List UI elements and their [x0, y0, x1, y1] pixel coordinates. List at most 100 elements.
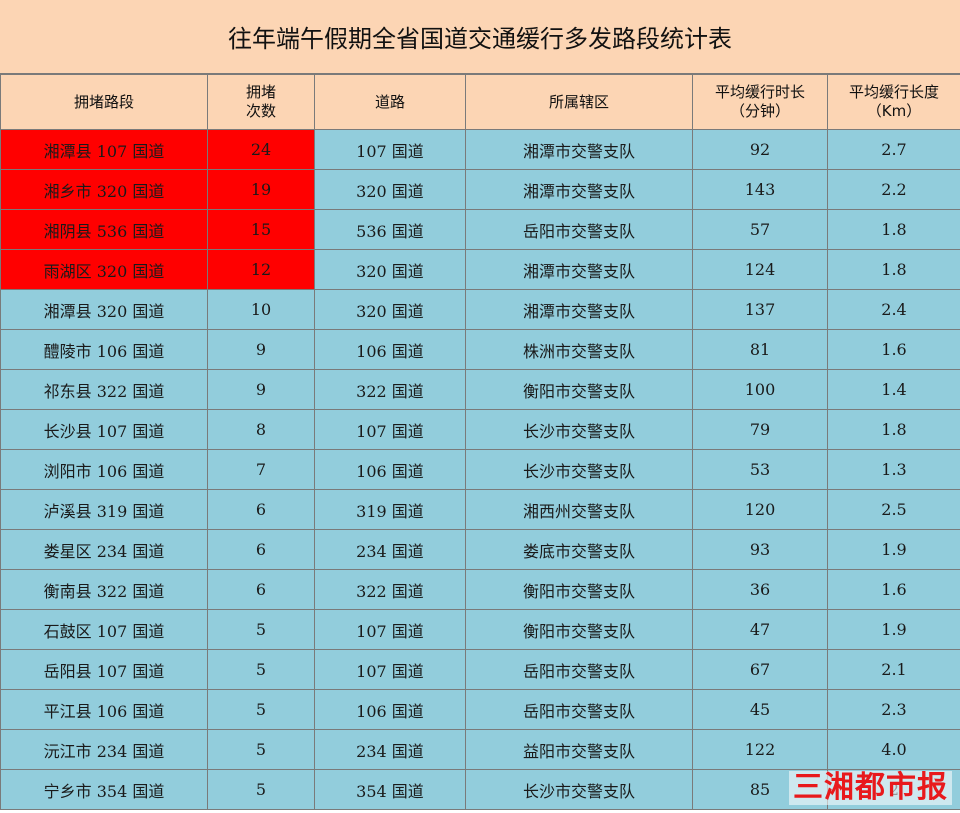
cell-count: 8 — [207, 409, 315, 450]
table-row: 浏阳市 106 国道 7 106 国道 长沙市交警支队 53 1.3 — [0, 449, 960, 490]
cell-segment: 长沙县 107 国道 — [0, 409, 208, 450]
cell-avg-duration: 124 — [692, 249, 828, 290]
cell-avg-length: 2.4 — [827, 289, 960, 330]
cell-road: 322 国道 — [314, 569, 466, 610]
table-row: 娄星区 234 国道 6 234 国道 娄底市交警支队 93 1.9 — [0, 529, 960, 570]
cell-avg-duration: 36 — [692, 569, 828, 610]
cell-count: 19 — [207, 169, 315, 210]
cell-avg-length: 2.2 — [827, 169, 960, 210]
header-row: 拥堵路段 拥堵 次数 道路 所属辖区 平均缓行时长 （分钟） 平均缓行长度 （K… — [0, 74, 960, 130]
cell-segment: 石鼓区 107 国道 — [0, 609, 208, 650]
cell-segment: 湘潭县 320 国道 — [0, 289, 208, 330]
cell-road: 107 国道 — [314, 409, 466, 450]
cell-road: 234 国道 — [314, 729, 466, 770]
cell-count: 5 — [207, 729, 315, 770]
cell-avg-length: 2.1 — [827, 649, 960, 690]
cell-avg-duration: 47 — [692, 609, 828, 650]
cell-avg-length: 1.8 — [827, 409, 960, 450]
header-segment: 拥堵路段 — [0, 74, 208, 130]
cell-road: 319 国道 — [314, 489, 466, 530]
cell-count: 12 — [207, 249, 315, 290]
table-row: 泸溪县 319 国道 6 319 国道 湘西州交警支队 120 2.5 — [0, 489, 960, 530]
cell-road: 106 国道 — [314, 449, 466, 490]
table-row: 湘潭县 320 国道 10 320 国道 湘潭市交警支队 137 2.4 — [0, 289, 960, 330]
cell-avg-length: 1.8 — [827, 249, 960, 290]
cell-segment: 湘阴县 536 国道 — [0, 209, 208, 250]
cell-segment: 宁乡市 354 国道 — [0, 769, 208, 810]
cell-road: 107 国道 — [314, 609, 466, 650]
cell-avg-duration: 122 — [692, 729, 828, 770]
cell-avg-duration: 143 — [692, 169, 828, 210]
table-row: 雨湖区 320 国道 12 320 国道 湘潭市交警支队 124 1.8 — [0, 249, 960, 290]
cell-count: 6 — [207, 489, 315, 530]
cell-avg-length: 1.9 — [827, 529, 960, 570]
cell-count: 7 — [207, 449, 315, 490]
cell-road: 322 国道 — [314, 369, 466, 410]
cell-avg-length: 1.9 — [827, 609, 960, 650]
cell-avg-length: 2.3 — [827, 689, 960, 730]
cell-road: 320 国道 — [314, 169, 466, 210]
table-row: 平江县 106 国道 5 106 国道 岳阳市交警支队 45 2.3 — [0, 689, 960, 730]
table-row: 衡南县 322 国道 6 322 国道 衡阳市交警支队 36 1.6 — [0, 569, 960, 610]
cell-avg-duration: 137 — [692, 289, 828, 330]
cell-district: 衡阳市交警支队 — [465, 569, 693, 610]
cell-road: 106 国道 — [314, 689, 466, 730]
table-row: 湘乡市 320 国道 19 320 国道 湘潭市交警支队 143 2.2 — [0, 169, 960, 210]
cell-district: 长沙市交警支队 — [465, 769, 693, 810]
cell-segment: 醴陵市 106 国道 — [0, 329, 208, 370]
cell-avg-duration: 81 — [692, 329, 828, 370]
statistics-table: 拥堵路段 拥堵 次数 道路 所属辖区 平均缓行时长 （分钟） 平均缓行长度 （K… — [0, 74, 960, 810]
cell-count: 9 — [207, 329, 315, 370]
cell-count: 5 — [207, 609, 315, 650]
cell-avg-duration: 57 — [692, 209, 828, 250]
cell-district: 湘潭市交警支队 — [465, 129, 693, 170]
cell-avg-length: 1.3 — [827, 449, 960, 490]
table-row: 长沙县 107 国道 8 107 国道 长沙市交警支队 79 1.8 — [0, 409, 960, 450]
cell-segment: 娄星区 234 国道 — [0, 529, 208, 570]
cell-road: 320 国道 — [314, 249, 466, 290]
cell-district: 岳阳市交警支队 — [465, 689, 693, 730]
cell-segment: 衡南县 322 国道 — [0, 569, 208, 610]
cell-count: 10 — [207, 289, 315, 330]
cell-count: 6 — [207, 529, 315, 570]
cell-avg-length: 1.6 — [827, 329, 960, 370]
header-district: 所属辖区 — [465, 74, 693, 130]
cell-count: 24 — [207, 129, 315, 170]
cell-road: 234 国道 — [314, 529, 466, 570]
table-title: 往年端午假期全省国道交通缓行多发路段统计表 — [0, 0, 960, 74]
table-row: 石鼓区 107 国道 5 107 国道 衡阳市交警支队 47 1.9 — [0, 609, 960, 650]
cell-avg-duration: 93 — [692, 529, 828, 570]
cell-segment: 雨湖区 320 国道 — [0, 249, 208, 290]
header-avg-duration: 平均缓行时长 （分钟） — [692, 74, 828, 130]
cell-avg-duration: 45 — [692, 689, 828, 730]
cell-count: 5 — [207, 769, 315, 810]
cell-segment: 祁东县 322 国道 — [0, 369, 208, 410]
table-row: 岳阳县 107 国道 5 107 国道 岳阳市交警支队 67 2.1 — [0, 649, 960, 690]
header-count: 拥堵 次数 — [207, 74, 315, 130]
cell-avg-length: 2.5 — [827, 489, 960, 530]
newspaper-logo-watermark: 三湘都市报 — [789, 771, 952, 805]
cell-avg-length: 4.0 — [827, 729, 960, 770]
cell-count: 5 — [207, 689, 315, 730]
cell-count: 9 — [207, 369, 315, 410]
cell-avg-length: 2.7 — [827, 129, 960, 170]
cell-avg-length: 1.4 — [827, 369, 960, 410]
cell-avg-duration: 92 — [692, 129, 828, 170]
cell-district: 衡阳市交警支队 — [465, 369, 693, 410]
header-avg-length: 平均缓行长度 （Km） — [827, 74, 960, 130]
cell-avg-duration: 67 — [692, 649, 828, 690]
table-row: 湘阴县 536 国道 15 536 国道 岳阳市交警支队 57 1.8 — [0, 209, 960, 250]
table-row: 沅江市 234 国道 5 234 国道 益阳市交警支队 122 4.0 — [0, 729, 960, 770]
cell-count: 15 — [207, 209, 315, 250]
cell-segment: 平江县 106 国道 — [0, 689, 208, 730]
cell-district: 湘潭市交警支队 — [465, 169, 693, 210]
cell-segment: 浏阳市 106 国道 — [0, 449, 208, 490]
cell-district: 益阳市交警支队 — [465, 729, 693, 770]
cell-road: 107 国道 — [314, 129, 466, 170]
cell-district: 湘潭市交警支队 — [465, 249, 693, 290]
cell-district: 长沙市交警支队 — [465, 409, 693, 450]
cell-avg-duration: 53 — [692, 449, 828, 490]
cell-count: 5 — [207, 649, 315, 690]
table-row: 醴陵市 106 国道 9 106 国道 株洲市交警支队 81 1.6 — [0, 329, 960, 370]
cell-segment: 湘乡市 320 国道 — [0, 169, 208, 210]
